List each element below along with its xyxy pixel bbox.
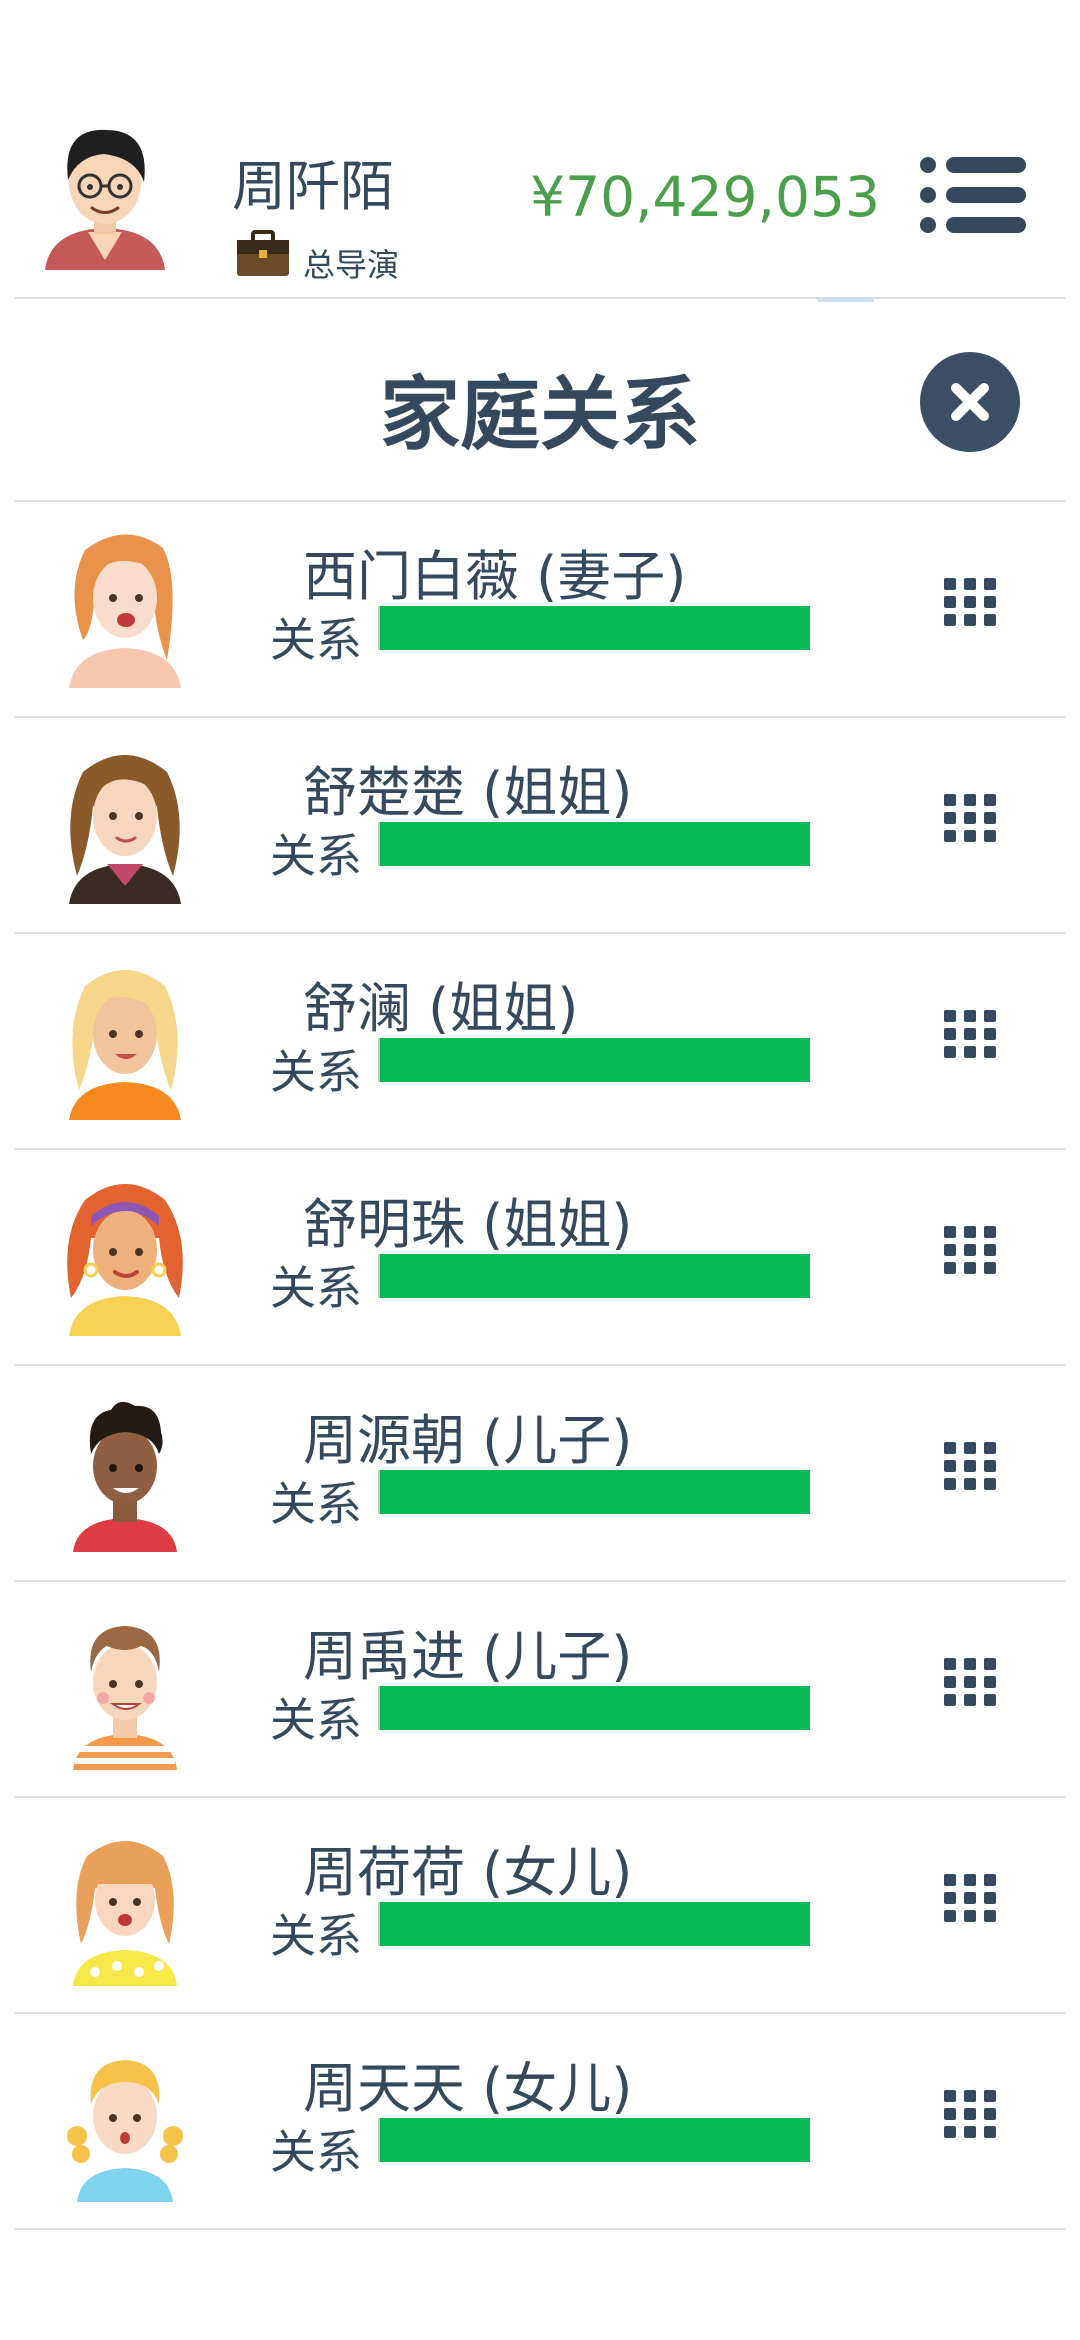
member-name: 周源朝 (儿子) [303,1409,633,1472]
relationship-label: 关系 [270,2125,362,2179]
briefcase-icon [237,230,289,276]
woman-orange-hair-avatar [69,534,181,688]
family-member-row[interactable]: 周源朝 (儿子) 关系 [0,1366,1080,1582]
relationship-bar-fill [380,1470,810,1514]
relationship-label: 关系 [270,1693,362,1747]
member-name: 周荷荷 (女儿) [303,1841,633,1904]
relationship-bar [378,606,810,650]
relationship-bar-fill [380,1038,810,1082]
family-member-row[interactable]: 西门白薇 (妻子) 关系 [0,502,1080,718]
grid-menu-icon[interactable] [940,1652,1000,1712]
member-name: 周禹进 (儿子) [303,1625,633,1688]
grid-menu-icon[interactable] [940,1220,1000,1280]
member-name: 西门白薇 (妻子) [303,545,687,608]
family-member-list: 西门白薇 (妻子) 关系 舒楚楚 (姐姐) 关系 舒澜 (姐姐) 关系 舒明珠 … [0,502,1080,2230]
family-member-row[interactable]: 周荷荷 (女儿) 关系 [0,1798,1080,2014]
family-member-row[interactable]: 舒楚楚 (姐姐) 关系 [0,718,1080,934]
grid-menu-icon[interactable] [940,1004,1000,1064]
relationship-bar-fill [380,1902,810,1946]
woman-blonde-hair-avatar [69,970,181,1120]
relationship-bar [378,1038,810,1082]
relationship-bar [378,1902,810,1946]
relationship-bar-fill [380,822,810,866]
player-header: 周阡陌 总导演 ¥70,429,053 [0,0,1080,302]
grid-menu-icon[interactable] [940,1868,1000,1928]
grid-menu-icon[interactable] [940,2084,1000,2144]
relationship-label: 关系 [270,613,362,667]
girl-polka-dot-avatar [73,1841,177,1986]
girl-pigtails-avatar [67,2060,183,2202]
money-balance: ¥70,429,053 [530,165,880,229]
boy-striped-shirt-avatar [73,1626,177,1770]
member-name: 周天天 (女儿) [303,2057,633,2120]
close-button[interactable] [920,352,1020,452]
member-name: 舒明珠 (姐姐) [303,1193,633,1256]
relationship-label: 关系 [270,829,362,883]
relationship-bar [378,1254,810,1298]
grid-menu-icon[interactable] [940,788,1000,848]
boy-curly-hair-avatar [73,1401,177,1552]
relationship-label: 关系 [270,1909,362,1963]
header-accent [818,298,874,302]
family-member-row[interactable]: 舒明珠 (姐姐) 关系 [0,1150,1080,1366]
grid-menu-icon[interactable] [940,1436,1000,1496]
relationship-bar [378,2118,810,2162]
relationship-bar [378,1470,810,1514]
member-name: 舒澜 (姐姐) [303,977,579,1040]
relationship-bar [378,1686,810,1730]
close-icon [951,383,989,421]
relationship-label: 关系 [270,1045,362,1099]
relationship-bar-fill [380,606,810,650]
player-avatar[interactable] [40,120,170,280]
family-member-row[interactable]: 舒澜 (姐姐) 关系 [0,934,1080,1150]
relationship-label: 关系 [270,1261,362,1315]
family-member-row[interactable]: 周天天 (女儿) 关系 [0,2014,1080,2230]
relationship-bar-fill [380,1686,810,1730]
relationship-bar-fill [380,2118,810,2162]
member-name: 舒楚楚 (姐姐) [303,761,633,824]
menu-icon[interactable] [918,155,1028,235]
header-divider [15,297,1065,299]
grid-menu-icon[interactable] [940,572,1000,632]
woman-brown-hair-avatar [69,755,181,904]
panel-title: 家庭关系 [380,368,700,461]
player-name: 周阡陌 [232,155,394,218]
woman-headband-avatar [67,1184,183,1336]
family-member-row[interactable]: 周禹进 (儿子) 关系 [0,1582,1080,1798]
player-role: 总导演 [303,246,400,284]
relationship-label: 关系 [270,1477,362,1531]
relationship-bar [378,822,810,866]
relationship-bar-fill [380,1254,810,1298]
